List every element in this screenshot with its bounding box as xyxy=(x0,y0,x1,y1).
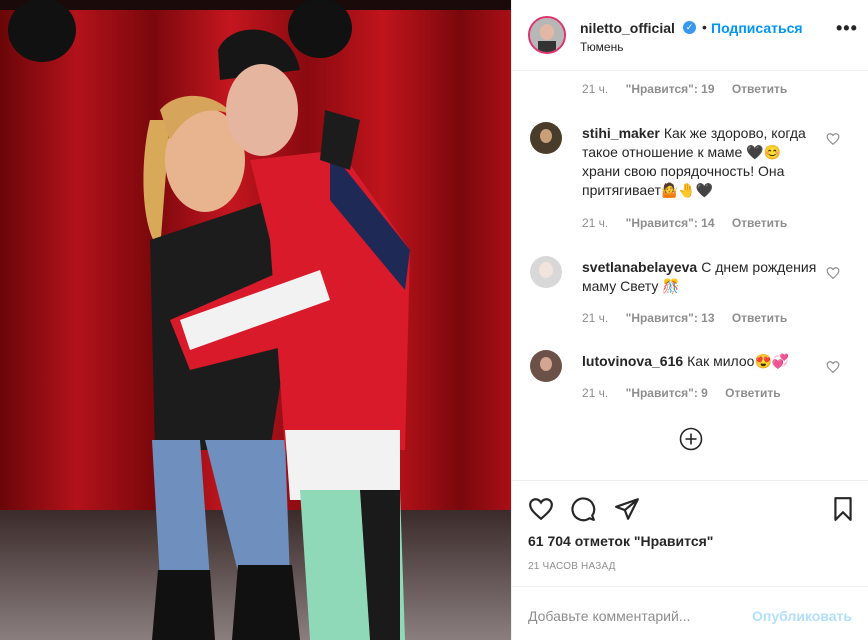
reply-button[interactable]: Ответить xyxy=(732,82,787,96)
commenter-avatar[interactable] xyxy=(530,256,562,288)
comment-time[interactable]: 21 ч. xyxy=(582,311,608,325)
commenter-username[interactable]: lutovinova_616 xyxy=(582,353,683,369)
divider xyxy=(512,586,868,587)
commenter-avatar[interactable] xyxy=(530,122,562,154)
comment-meta: 21 ч. "Нравится": 19 Ответить xyxy=(582,82,801,96)
add-comment-input[interactable]: Добавьте комментарий... xyxy=(528,608,690,624)
comment-text: lutovinova_616 Как милоо😍💞 xyxy=(582,353,790,369)
comment-meta: 21 ч. "Нравится": 14 Ответить xyxy=(582,216,801,230)
comment-likes[interactable]: "Нравится": 14 xyxy=(626,216,715,230)
comment-time[interactable]: 21 ч. xyxy=(582,82,608,96)
heart-icon[interactable] xyxy=(528,496,554,522)
separator-dot: • xyxy=(702,19,707,35)
share-icon[interactable] xyxy=(614,496,640,522)
like-comment-heart-icon[interactable] xyxy=(826,132,840,146)
commenter-username[interactable]: svetlanabelayeva xyxy=(582,259,697,275)
likes-count[interactable]: 61 704 отметок "Нравится" xyxy=(528,533,713,549)
comment-likes[interactable]: "Нравится": 9 xyxy=(626,386,708,400)
photo-image xyxy=(0,0,511,640)
comment-likes[interactable]: "Нравится": 13 xyxy=(626,311,715,325)
post-timestamp[interactable]: 21 ЧАСОВ НАЗАД xyxy=(528,561,616,572)
comment-text: stihi_maker Как же здорово, когда такое о… xyxy=(582,125,806,198)
comment-likes[interactable]: "Нравится": 19 xyxy=(626,82,715,96)
reply-button[interactable]: Ответить xyxy=(732,216,787,230)
commenter-avatar[interactable] xyxy=(530,350,562,382)
follow-button[interactable]: Подписаться xyxy=(711,20,803,36)
comment-meta: 21 ч. "Нравится": 13 Ответить xyxy=(582,311,801,325)
comment-text: svetlanabelayeva С днем рождения маму Све… xyxy=(582,259,817,294)
add-circle-icon[interactable] xyxy=(679,427,703,451)
author-avatar[interactable] xyxy=(528,16,566,54)
comment-time[interactable]: 21 ч. xyxy=(582,386,608,400)
like-comment-heart-icon[interactable] xyxy=(826,266,840,280)
comment-time[interactable]: 21 ч. xyxy=(582,216,608,230)
publish-button[interactable]: Опубликовать xyxy=(752,608,852,624)
reply-button[interactable]: Ответить xyxy=(732,311,787,325)
author-username[interactable]: niletto_official xyxy=(580,20,675,36)
commenter-username[interactable]: stihi_maker xyxy=(582,125,660,141)
post-photo[interactable] xyxy=(0,0,511,640)
verified-icon: ✓ xyxy=(683,21,696,34)
post-header: niletto_official ✓ • Подписаться Тюмень … xyxy=(512,0,868,71)
comment-icon[interactable] xyxy=(570,496,596,522)
reply-button[interactable]: Ответить xyxy=(725,386,780,400)
post-panel: niletto_official ✓ • Подписаться Тюмень … xyxy=(511,0,868,640)
location-link[interactable]: Тюмень xyxy=(580,40,623,54)
more-options-button[interactable]: ••• xyxy=(836,18,858,39)
comment-meta: 21 ч. "Нравится": 9 Ответить xyxy=(582,386,795,400)
like-comment-heart-icon[interactable] xyxy=(826,360,840,374)
divider xyxy=(512,480,868,481)
bookmark-icon[interactable] xyxy=(830,496,856,522)
